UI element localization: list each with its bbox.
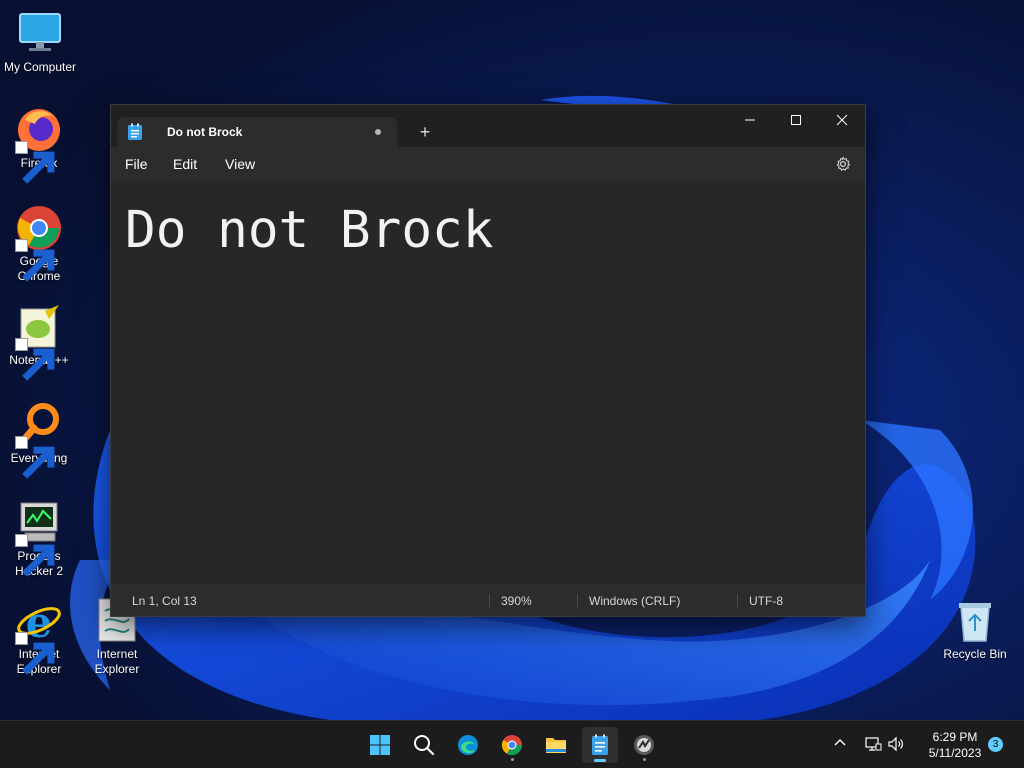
- status-divider: [577, 594, 578, 608]
- minimize-button[interactable]: [727, 105, 773, 135]
- desktop-icon-notepad-plus-plus[interactable]: Notepad++: [0, 303, 79, 381]
- menu-edit[interactable]: Edit: [173, 156, 197, 172]
- process-hacker-icon: [15, 499, 63, 577]
- shortcut-arrow-icon: [15, 141, 55, 184]
- status-zoom[interactable]: 390%: [501, 594, 532, 608]
- shortcut-arrow-icon: [15, 239, 55, 282]
- title-bar[interactable]: Do not Brock +: [111, 105, 865, 147]
- gear-icon[interactable]: [835, 156, 851, 172]
- taskbar-search-button[interactable]: [406, 727, 442, 763]
- show-hidden-icons-chevron-icon[interactable]: [832, 735, 848, 751]
- edge-icon: [458, 735, 478, 755]
- text-editor-area[interactable]: Do not Brock: [111, 181, 865, 584]
- desktop-icon-everything[interactable]: Everything: [0, 401, 79, 479]
- search-icon: [414, 735, 435, 756]
- chrome-icon: [501, 735, 523, 756]
- chrome-icon: [15, 204, 63, 282]
- desktop-icon-google-chrome[interactable]: Google Chrome: [0, 204, 79, 284]
- unsaved-indicator-icon[interactable]: [375, 129, 381, 135]
- close-icon: [836, 114, 848, 126]
- recycle-bin-icon: [951, 597, 999, 645]
- status-bar: Ln 1, Col 13 390% Windows (CRLF) UTF-8: [111, 584, 865, 616]
- tab-document[interactable]: Do not Brock: [117, 117, 397, 147]
- status-line-ending[interactable]: Windows (CRLF): [589, 594, 680, 608]
- minimize-icon: [745, 119, 755, 121]
- running-indicator: [511, 758, 514, 761]
- taskbar: 6:29 PM 5/11/2023 3: [0, 720, 1024, 768]
- taskbar-process-hacker-button[interactable]: [626, 727, 662, 763]
- running-indicator: [643, 758, 646, 761]
- maximize-button[interactable]: [773, 105, 819, 135]
- new-tab-button[interactable]: +: [411, 119, 439, 145]
- notepadpp-icon: [15, 303, 63, 381]
- shortcut-arrow-icon: [15, 534, 55, 577]
- desktop-icon-recycle-bin[interactable]: Recycle Bin: [935, 597, 1015, 662]
- monitor-icon: [16, 10, 64, 58]
- status-encoding[interactable]: UTF-8: [749, 594, 783, 608]
- desktop-icon-label: Internet Explorer: [94, 647, 140, 676]
- desktop-icon-internet-explorer[interactable]: e Internet Explorer: [0, 597, 79, 677]
- menu-view[interactable]: View: [225, 156, 255, 172]
- desktop-icon-label: My Computer: [3, 60, 77, 74]
- desktop-icon-label: Recycle Bin: [943, 647, 1007, 661]
- process-hacker-icon: [634, 735, 654, 755]
- notepad-icon: [592, 734, 608, 755]
- start-button[interactable]: [362, 727, 398, 763]
- desktop-icon-firefox[interactable]: Firefox: [0, 106, 79, 184]
- menu-file[interactable]: File: [125, 156, 148, 172]
- internet-explorer-icon: e: [15, 597, 63, 675]
- shortcut-arrow-icon: [15, 338, 55, 381]
- taskbar-file-explorer-button[interactable]: [538, 727, 574, 763]
- status-divider: [737, 594, 738, 608]
- maximize-icon: [791, 115, 801, 125]
- taskbar-edge-button[interactable]: [450, 727, 486, 763]
- active-indicator: [594, 759, 606, 762]
- notification-badge[interactable]: 3: [988, 737, 1003, 752]
- firefox-icon: [15, 106, 63, 184]
- status-divider: [489, 594, 490, 608]
- system-clock[interactable]: 6:29 PM 5/11/2023: [912, 729, 998, 761]
- start-icon: [370, 735, 390, 755]
- tab-title: Do not Brock: [167, 125, 243, 139]
- taskbar-chrome-button[interactable]: [494, 727, 530, 763]
- menu-bar: File Edit View: [111, 147, 865, 181]
- notepad-icon: [128, 123, 142, 140]
- desktop-icon-process-hacker[interactable]: Process Hacker 2: [0, 499, 79, 579]
- everything-search-icon: [15, 401, 63, 479]
- clock-time: 6:29 PM: [932, 730, 978, 744]
- volume-icon[interactable]: [887, 735, 905, 753]
- notepad-window[interactable]: Do not Brock + File Edit View Do not Bro…: [110, 104, 866, 617]
- shortcut-arrow-icon: [15, 436, 55, 479]
- shortcut-arrow-icon: [15, 632, 55, 675]
- desktop-icon-my-computer[interactable]: My Computer: [0, 10, 80, 75]
- close-button[interactable]: [819, 105, 865, 135]
- network-icon[interactable]: [864, 735, 882, 753]
- file-explorer-icon: [546, 738, 566, 753]
- clock-date: 5/11/2023: [928, 746, 982, 760]
- document-text[interactable]: Do not Brock: [125, 201, 493, 261]
- status-cursor-position: Ln 1, Col 13: [132, 594, 197, 608]
- taskbar-notepad-button[interactable]: [582, 727, 618, 763]
